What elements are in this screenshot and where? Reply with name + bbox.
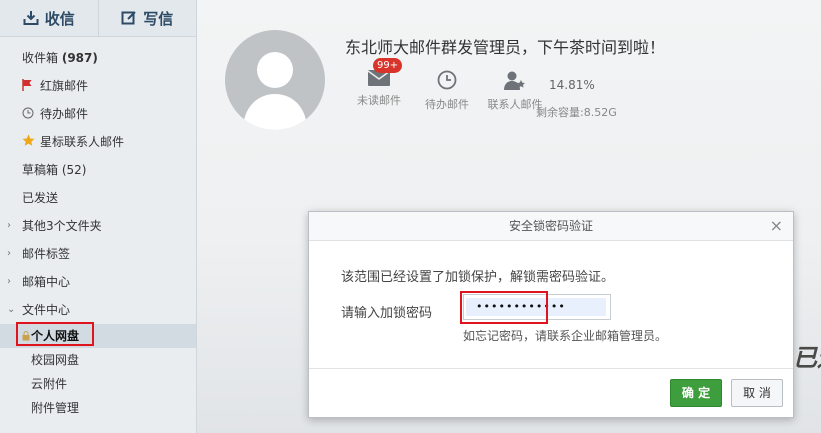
highlight-box-password <box>460 291 548 324</box>
nav-mailbox-center[interactable]: › 邮箱中心 <box>0 268 196 296</box>
nav-todo[interactable]: 待办邮件 <box>0 100 196 128</box>
edit-icon <box>121 11 136 25</box>
star-icon <box>22 129 36 157</box>
nav-other-label: 其他3个文件夹 <box>22 219 102 233</box>
clock-icon <box>22 101 36 129</box>
close-icon[interactable]: × <box>770 212 783 240</box>
red-flag-icon <box>22 73 36 101</box>
avatar <box>225 30 325 130</box>
nav-inbox[interactable]: 收件箱 (987) <box>0 44 196 72</box>
security-lock-dialog: 安全锁密码验证 × 该范围已经设置了加锁保护，解锁需密码验证。 请输入加锁密码 … <box>308 211 794 418</box>
cancel-button[interactable]: 取 消 <box>731 379 783 407</box>
nav-drafts-label: 草稿箱 (52) <box>22 163 87 177</box>
nav-starred-label: 星标联系人邮件 <box>40 135 125 149</box>
quota-remaining: 剩余容量:8.52G <box>536 106 617 119</box>
stat-todo-label: 待办邮件 <box>425 98 469 111</box>
dialog-footer: 确 定 取 消 <box>309 368 793 417</box>
clock-icon <box>437 70 457 90</box>
receive-mail-button[interactable]: 收信 <box>0 0 98 36</box>
nav-flagged-label: 红旗邮件 <box>40 79 89 93</box>
nav-tags-label: 邮件标签 <box>22 247 71 261</box>
highlight-box-personal-disk <box>16 322 94 346</box>
sidebar-top-buttons: 收信 写信 <box>0 0 196 37</box>
nav-file-center-label: 文件中心 <box>22 303 71 317</box>
nav-other-folders[interactable]: › 其他3个文件夹 <box>0 212 196 240</box>
background-text: 已迹 <box>793 344 821 372</box>
dialog-header: 安全锁密码验证 × <box>309 212 793 241</box>
folder-nav: 收件箱 (987) 红旗邮件 待办邮件 星标联系人邮件 草稿箱 (52) 已发送… <box>0 44 196 420</box>
unread-badge: 99+ <box>373 58 403 73</box>
nav-flagged[interactable]: 红旗邮件 <box>0 72 196 100</box>
stat-unread-label: 未读邮件 <box>357 94 401 107</box>
nav-cloud-attach-label: 云附件 <box>31 377 68 391</box>
nav-attach-manage[interactable]: 附件管理 <box>0 396 196 420</box>
sidebar: 收信 写信 收件箱 (987) 红旗邮件 待办邮件 星标联系人邮件 草稿箱 (5… <box>0 0 197 433</box>
nav-file-center[interactable]: ⌄ 文件中心 <box>0 296 196 324</box>
nav-sent-label: 已发送 <box>22 191 59 205</box>
nav-campus-disk[interactable]: 校园网盘 <box>0 348 196 372</box>
stat-unread[interactable]: 99+ 未读邮件 <box>345 58 413 112</box>
download-icon <box>23 11 39 25</box>
nav-starred-contacts[interactable]: 星标联系人邮件 <box>0 128 196 156</box>
forgot-password-hint: 如忘记密码，请联系企业邮箱管理员。 <box>463 329 668 343</box>
stat-contacts-label: 联系人邮件 <box>487 98 543 111</box>
chevron-down-icon: ⌄ <box>7 304 16 315</box>
user-silhouette-icon <box>243 52 307 130</box>
receive-mail-label: 收信 <box>44 9 75 28</box>
nav-cloud-attach[interactable]: 云附件 <box>0 372 196 396</box>
quota-percent: 14.81% <box>549 78 595 92</box>
chevron-right-icon: › <box>7 276 11 287</box>
mail-stats: 99+ 未读邮件 待办邮件 联系人邮件 <box>345 58 549 112</box>
dialog-message: 该范围已经设置了加锁保护，解锁需密码验证。 <box>341 270 615 285</box>
nav-inbox-label: 收件箱 <box>22 51 59 65</box>
greeting-text: 东北师大邮件群发管理员，下午茶时间到啦！ <box>345 38 666 57</box>
contact-star-icon <box>504 71 525 90</box>
nav-inbox-count: (987) <box>61 51 98 65</box>
nav-drafts[interactable]: 草稿箱 (52) <box>0 156 196 184</box>
nav-campus-disk-label: 校园网盘 <box>31 353 80 367</box>
nav-mail-tags[interactable]: › 邮件标签 <box>0 240 196 268</box>
nav-mailbox-label: 邮箱中心 <box>22 275 71 289</box>
dialog-title: 安全锁密码验证 <box>508 219 593 233</box>
confirm-button[interactable]: 确 定 <box>670 379 722 407</box>
stat-todo[interactable]: 待办邮件 <box>413 68 481 112</box>
chevron-right-icon: › <box>7 220 11 231</box>
nav-sent[interactable]: 已发送 <box>0 184 196 212</box>
compose-mail-label: 写信 <box>143 9 174 28</box>
chevron-right-icon: › <box>7 248 11 259</box>
nav-attach-manage-label: 附件管理 <box>31 401 80 415</box>
password-label: 请输入加锁密码 <box>341 306 433 321</box>
compose-mail-button[interactable]: 写信 <box>97 0 197 36</box>
nav-todo-label: 待办邮件 <box>40 107 89 121</box>
